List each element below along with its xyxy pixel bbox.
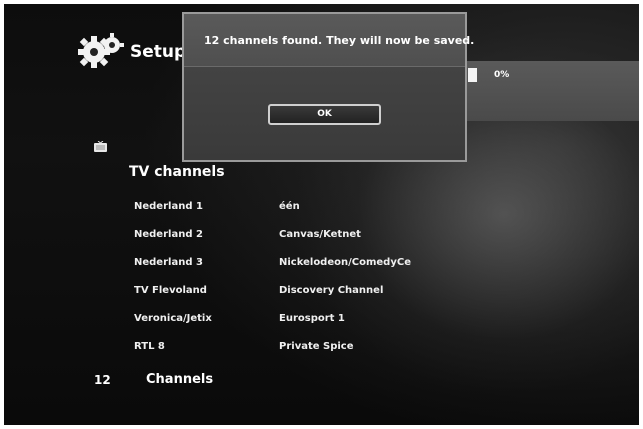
dialog-header: 12 channels found. They will now be save… — [184, 14, 474, 67]
channel-row: Veronica/Jetix Eurosport 1 — [134, 313, 454, 341]
channel-name: Nederland 3 — [134, 257, 203, 268]
channel-name: Nederland 1 — [134, 201, 203, 212]
channel-name: Eurosport 1 — [279, 313, 345, 324]
channel-row: RTL 8 Private Spice — [134, 341, 454, 369]
channels-found-dialog: 12 channels found. They will now be save… — [182, 12, 474, 162]
channel-count-label: Channels — [146, 372, 214, 387]
channel-count-number: 12 — [94, 373, 111, 387]
channel-name: RTL 8 — [134, 341, 165, 352]
channel-name: Canvas/Ketnet — [279, 229, 361, 240]
dialog-message: 12 channels found. They will now be save… — [204, 34, 475, 47]
channel-name: Nederland 2 — [134, 229, 203, 240]
channel-row: Nederland 1 één — [134, 201, 454, 229]
tv-icon — [94, 141, 107, 152]
channel-row: Nederland 2 Canvas/Ketnet — [134, 229, 454, 257]
channel-row: Nederland 3 Nickelodeon/ComedyCe — [134, 257, 454, 285]
scan-progress-bar — [468, 68, 477, 82]
channel-name: Nickelodeon/ComedyCe — [279, 257, 411, 268]
channel-list: Nederland 1 één Nederland 2 Canvas/Ketne… — [134, 201, 454, 369]
channel-row: TV Flevoland Discovery Channel — [134, 285, 454, 313]
scan-progress-label: 0% — [494, 70, 510, 80]
scan-progress-panel — [462, 61, 639, 121]
page-title: Setup — [130, 42, 187, 62]
gears-icon — [78, 33, 124, 68]
channel-name: Veronica/Jetix — [134, 313, 212, 324]
ok-button[interactable]: OK — [268, 104, 381, 125]
section-title: TV channels — [129, 164, 225, 180]
media-center-screen: Setup 0% TV channels Nederland 1 één Ned… — [4, 4, 639, 425]
channel-name: Private Spice — [279, 341, 354, 352]
channel-name: TV Flevoland — [134, 285, 207, 296]
channel-name: één — [279, 201, 300, 212]
channel-name: Discovery Channel — [279, 285, 384, 296]
